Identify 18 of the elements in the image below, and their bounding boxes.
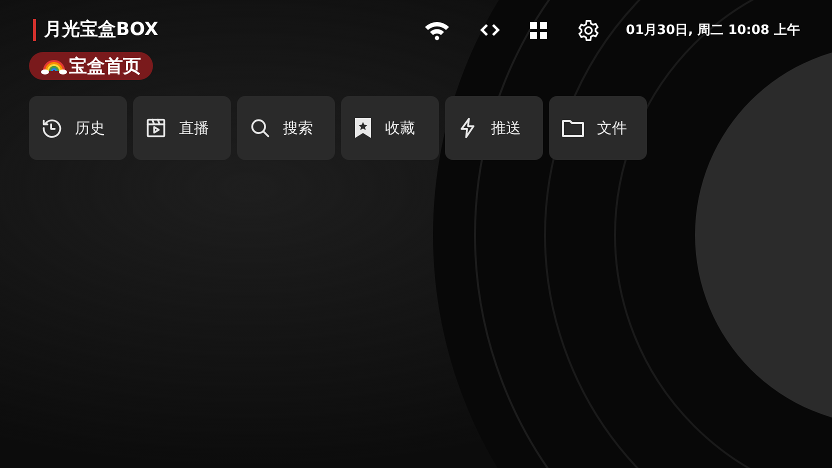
date-time: 01月30日, 周二 10:08 上午 [626,22,800,39]
bookmark-star-icon [353,117,373,139]
grid-icon[interactable] [530,22,547,38]
home-badge-label: 宝盒首页 [69,55,141,78]
home-badge[interactable]: 宝盒首页 [29,52,153,80]
shortcut-button[interactable]: 收藏 [341,96,439,160]
shortcut-button[interactable]: 推送 [445,96,543,160]
wifi-icon[interactable] [424,19,450,41]
history-icon [41,117,63,139]
shortcut-button[interactable]: 文件 [549,96,647,160]
shortcut-button[interactable]: 历史 [29,96,127,160]
shortcut-button[interactable]: 搜索 [237,96,335,160]
shortcut-button[interactable]: 直播 [133,96,231,160]
code-icon[interactable] [480,23,500,37]
settings-icon[interactable] [576,18,600,42]
search-icon [249,117,271,139]
video-play-icon [145,117,167,139]
app-title: 月光宝盒BOX [33,19,158,41]
